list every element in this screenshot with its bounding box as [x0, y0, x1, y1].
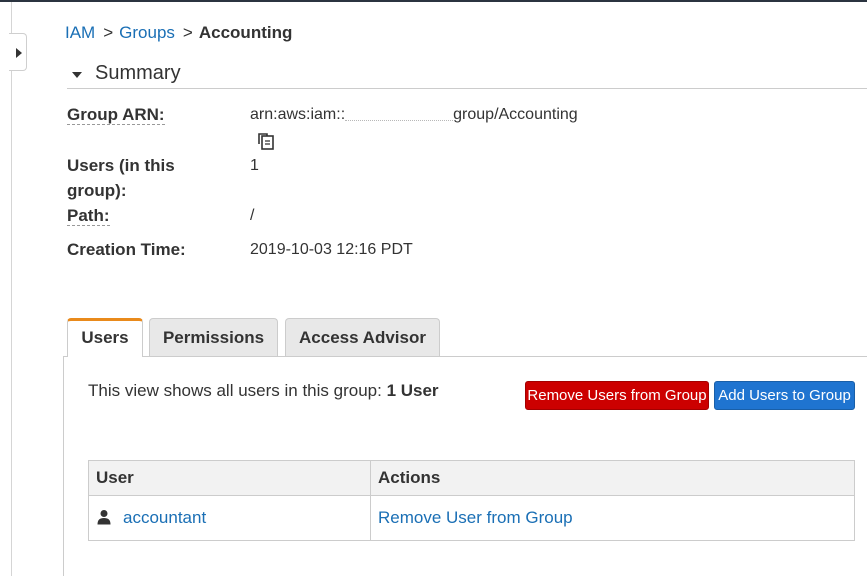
breadcrumb-separator: > — [182, 23, 193, 42]
column-header-user[interactable]: User — [88, 460, 371, 496]
action-cell: Remove User from Group — [370, 495, 855, 541]
users-count-value: 1 — [250, 157, 259, 174]
summary-title: Summary — [95, 62, 181, 84]
user-icon — [97, 510, 111, 525]
group-arn-value: arn:aws:iam:: group/Accounting — [250, 106, 578, 123]
path-label: Path: — [67, 206, 110, 226]
tab-users[interactable]: Users — [67, 318, 143, 357]
users-count-label: Users (in this group): — [67, 156, 175, 200]
column-header-actions: Actions — [370, 460, 855, 496]
creation-time-value: 2019-10-03 12:16 PDT — [250, 241, 413, 258]
user-link-accountant[interactable]: accountant — [123, 508, 206, 527]
breadcrumb: IAM > Groups > Accounting — [65, 23, 292, 43]
redacted-account-id — [345, 108, 454, 121]
caret-down-icon[interactable] — [72, 72, 82, 78]
sidebar-edge — [11, 2, 12, 576]
breadcrumb-iam[interactable]: IAM — [65, 23, 95, 42]
copy-icon[interactable] — [256, 131, 276, 151]
breadcrumb-groups[interactable]: Groups — [119, 23, 175, 42]
path-value: / — [250, 207, 255, 224]
group-users-table: User Actions accountant Remove User from… — [88, 460, 855, 541]
table-header-row: User Actions — [88, 460, 855, 496]
breadcrumb-current: Accounting — [198, 23, 293, 42]
chevron-right-icon — [16, 48, 22, 58]
add-users-to-group-button[interactable]: Add Users to Group — [714, 381, 855, 410]
tab-permissions[interactable]: Permissions — [149, 318, 278, 356]
user-cell: accountant — [88, 495, 371, 541]
creation-time-label: Creation Time: — [67, 240, 186, 259]
top-bar — [0, 0, 867, 2]
breadcrumb-separator: > — [103, 23, 114, 42]
users-view-description: This view shows all users in this group:… — [88, 381, 439, 400]
user-count: 1 User — [386, 381, 439, 400]
group-arn-label: Group ARN: — [67, 105, 165, 125]
remove-user-from-group-link[interactable]: Remove User from Group — [378, 508, 573, 527]
summary-section-header[interactable]: Summary — [67, 62, 867, 89]
remove-users-from-group-button[interactable]: Remove Users from Group — [525, 381, 709, 410]
sidebar-toggle-button[interactable] — [9, 33, 27, 71]
table-row: accountant Remove User from Group — [88, 495, 855, 541]
tab-access-advisor[interactable]: Access Advisor — [285, 318, 440, 356]
